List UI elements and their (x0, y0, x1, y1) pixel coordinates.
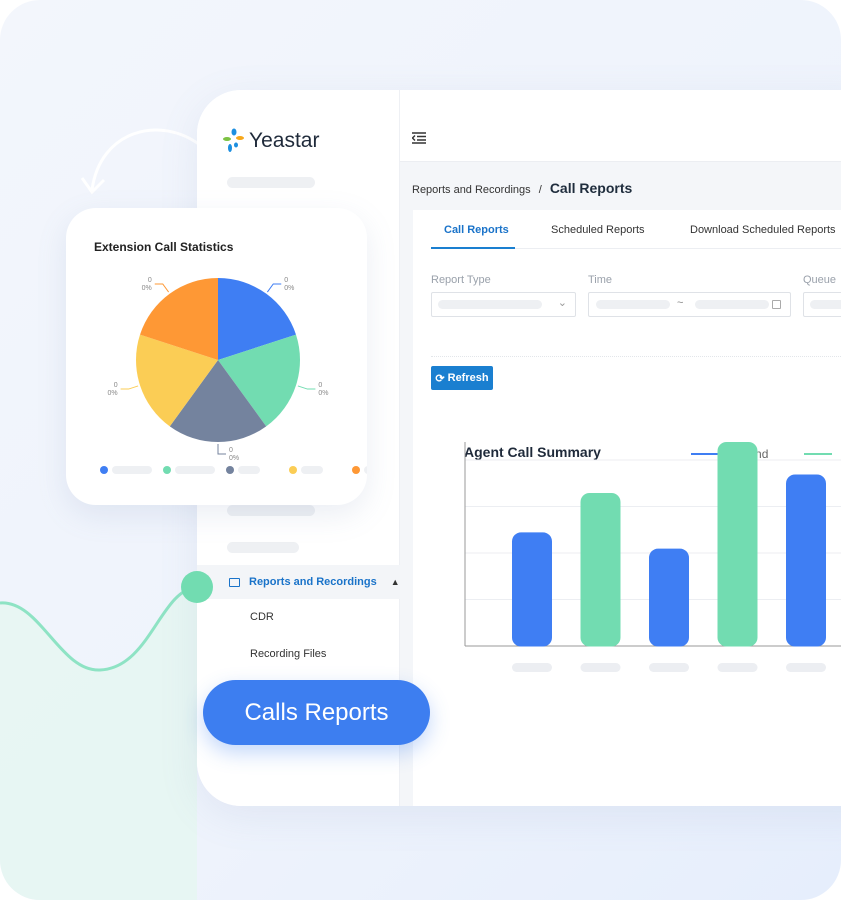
tab-download-scheduled-reports[interactable]: Download Scheduled Reports (690, 224, 836, 236)
wave-fill (0, 587, 197, 900)
pie-data-label: 0 (318, 382, 322, 389)
breadcrumb-parent[interactable]: Reports and Recordings (412, 184, 531, 196)
x-tick-label-placeholder (786, 663, 826, 672)
pie-leader-line (120, 385, 139, 390)
bar[interactable] (649, 548, 689, 647)
bar[interactable] (580, 493, 621, 647)
bar-chart (464, 442, 841, 672)
sidebar-item-cdr[interactable]: CDR (250, 611, 274, 623)
breadcrumb-current: Call Reports (549, 180, 633, 196)
pie-legend-label-placeholder (301, 466, 323, 474)
pie-legend-dot[interactable] (163, 466, 171, 474)
pie-legend-label-placeholder (112, 466, 152, 474)
queue-select[interactable] (803, 292, 841, 317)
x-tick-label-placeholder (717, 663, 758, 672)
pie-legend-label-placeholder (175, 466, 215, 474)
legend-inbound: Inbound (691, 447, 833, 461)
pie-data-label: 0 (148, 277, 152, 284)
pie-percent-label: 0% (107, 390, 117, 397)
time-label: Time (588, 274, 613, 286)
logo: Yeastar (223, 128, 319, 154)
x-tick-label-placeholder (649, 663, 689, 672)
legend-swatch (691, 453, 719, 455)
pie-data-label: 0 (284, 277, 288, 284)
breadcrumb: Reports and Recordings / Call Reports (412, 180, 632, 196)
pie-leader-line (217, 444, 226, 455)
report-type-select[interactable]: ⌄ (431, 292, 576, 317)
arrow-curve (90, 128, 201, 191)
queue-label: Queue (803, 274, 837, 286)
collapse-menu-icon[interactable] (412, 132, 426, 144)
legend-swatch (804, 453, 833, 455)
pie-chart: 00%00%00%00%00% (100, 277, 367, 474)
sidebar-item-reports-and-recordings[interactable]: Reports and Recordings ▲ (197, 565, 400, 599)
tab-scheduled-reports[interactable]: Scheduled Reports (551, 224, 645, 236)
report-panel: Call Reports Scheduled Reports Download … (413, 210, 841, 806)
pie-data-label: 0 (114, 382, 118, 389)
pie-leader-line (154, 283, 170, 293)
pie-legend-dot[interactable] (289, 466, 297, 474)
brand-name: Yeastar (249, 129, 320, 152)
nav-placeholder (227, 177, 315, 188)
content-area: Reports and Recordings / Call Reports Ca… (400, 90, 841, 806)
bar-chart-title: Agent Call Summary (464, 444, 601, 460)
chevron-up-icon[interactable]: ▲ (391, 577, 400, 587)
pie-leader-line (266, 283, 282, 293)
calls-reports-badge: Calls Reports (203, 680, 430, 745)
pie-percent-label: 0% (229, 455, 239, 462)
tab-call-reports[interactable]: Call Reports (444, 224, 509, 236)
chevron-down-icon: ⌄ (557, 297, 567, 309)
refresh-button[interactable]: ⟳ Refresh (431, 366, 493, 390)
x-tick-label-placeholder (580, 663, 621, 672)
nav-placeholder (227, 542, 299, 553)
pie-leader-line (297, 385, 316, 390)
wave-dot (181, 571, 213, 603)
pie-chart-card: Extension Call Statistics 0 0% 0 0% 0 0% 0 0% 0 0… (66, 208, 367, 505)
pie-legend-dot[interactable] (100, 466, 108, 474)
pie-legend-label-placeholder (364, 466, 367, 474)
pie-percent-label: 0% (284, 285, 294, 292)
pie-legend-label-placeholder (238, 466, 260, 474)
active-tab-indicator (431, 247, 515, 249)
time-range-picker[interactable]: ~ (588, 292, 791, 317)
refresh-label: Refresh (447, 372, 489, 384)
top-bar (400, 90, 841, 162)
reports-icon (229, 577, 240, 587)
bar[interactable] (512, 532, 552, 647)
yeastar-logo-icon (223, 128, 244, 152)
pie-legend-dot[interactable] (226, 466, 234, 474)
sidebar-item-recording-files[interactable]: Recording Files (250, 648, 326, 660)
pie-data-label: 0 (229, 447, 233, 454)
breadcrumb-separator: / (538, 184, 542, 196)
refresh-icon: ⟳ (435, 372, 445, 385)
time-separator: ~ (677, 297, 684, 309)
bar[interactable] (717, 442, 758, 647)
calendar-icon (772, 300, 781, 309)
pie-percent-label: 0% (318, 390, 328, 397)
nav-placeholder (227, 505, 315, 516)
report-type-label: Report Type (431, 274, 491, 286)
bar[interactable] (786, 474, 826, 647)
sidebar-item-label: Reports and Recordings (249, 576, 377, 588)
pie-legend-dot[interactable] (352, 466, 360, 474)
x-tick-label-placeholder (512, 663, 552, 672)
pie-percent-label: 0% (142, 285, 152, 292)
